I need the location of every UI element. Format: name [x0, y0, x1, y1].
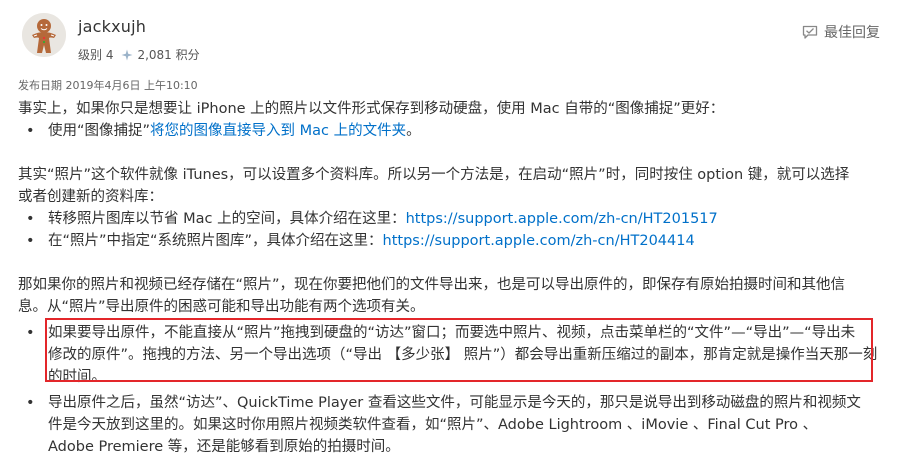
support-link-ht204414[interactable]: https://support.apple.com/zh-cn/HT204414 — [383, 233, 695, 249]
author-points: 2,081 积分 — [137, 48, 200, 62]
bullet: • — [26, 395, 35, 411]
list-1: • 使用“图像捕捉”将您的图像直接导入到 Mac 上的文件夹。 — [18, 120, 888, 142]
author-level: 级别 4 — [78, 48, 114, 62]
post-header: jackxujh 级别 4 2,081 积分 最佳回复 — [22, 13, 884, 63]
list-item-text: 转移照片图库以节省 Mac 上的空间，具体介绍在这里： — [48, 211, 406, 227]
list-item-line: 如果要导出原件，不能直接从“照片”拖拽到硬盘的“访达”窗口；而要选中照片、视频，… — [48, 325, 856, 341]
forum-post: jackxujh 级别 4 2,081 积分 最佳回复 发布日期 2019年4月… — [0, 0, 904, 459]
list-item: • 导出原件之后，虽然“访达”、QuickTime Player 查看这些文件，… — [18, 392, 888, 458]
list-item-line: 导出原件之后，虽然“访达”、QuickTime Player 查看这些文件，可能… — [48, 395, 861, 411]
image-capture-link[interactable]: 将您的图像直接导入到 Mac 上的文件夹 — [150, 123, 406, 139]
list-item-line: 的时间。 — [48, 369, 106, 385]
bullet: • — [26, 211, 35, 227]
list-item-line: Adobe Premiere 等，还是能够看到原始的拍摄时间。 — [48, 439, 400, 455]
list-item-suffix: 。 — [406, 123, 421, 139]
list-item-highlighted: • 如果要导出原件，不能直接从“照片”拖拽到硬盘的“访达”窗口；而要选中照片、视… — [18, 322, 888, 388]
paragraph-2-line-2: 或者创建新的资料库： — [18, 189, 163, 205]
best-reply-button[interactable]: 最佳回复 — [802, 22, 880, 42]
paragraph-3-line-1: 那如果你的照片和视频已经存储在“照片”，现在你要把他们的文件导出来，也是可以导出… — [18, 277, 846, 293]
list-item-line: 修改的原件”。拖拽的方法、另一个导出选项（“导出 【多少张】 照片”）都会导出重… — [48, 347, 878, 363]
post-content: 事实上，如果你只是想要让 iPhone 上的照片以文件形式保存到移动硬盘，使用 … — [18, 98, 888, 458]
list-item-line: 件是今天放到这里的。如果这时你用照片视频类软件查看，如“照片”、Adobe Li… — [48, 417, 818, 433]
author-name[interactable]: jackxujh — [78, 17, 146, 36]
paragraph-1: 事实上，如果你只是想要让 iPhone 上的照片以文件形式保存到移动硬盘，使用 … — [18, 101, 725, 117]
gingerbread-man-icon — [22, 13, 66, 57]
best-reply-icon — [802, 25, 818, 39]
bullet: • — [26, 123, 35, 139]
list-2: • 转移照片图库以节省 Mac 上的空间，具体介绍在这里：https://sup… — [18, 208, 888, 252]
best-reply-label: 最佳回复 — [824, 25, 880, 41]
support-link-ht201517[interactable]: https://support.apple.com/zh-cn/HT201517 — [406, 211, 718, 227]
list-item-text: 使用“图像捕捉” — [48, 123, 151, 139]
paragraph-2-line-1: 其实“照片”这个软件就像 iTunes，可以设置多个资料库。所以另一个方法是，在… — [18, 167, 850, 183]
points-icon — [121, 49, 133, 61]
paragraph-3-line-2: 息。从“照片”导出原件的困惑可能和导出功能有两个选项有关。 — [18, 299, 425, 315]
avatar[interactable] — [22, 13, 66, 57]
post-date: 发布日期 2019年4月6日 上午10:10 — [18, 79, 198, 92]
list-3: • 如果要导出原件，不能直接从“照片”拖拽到硬盘的“访达”窗口；而要选中照片、视… — [18, 322, 888, 458]
list-item-text: 在“照片”中指定“系统照片图库”，具体介绍在这里： — [48, 233, 383, 249]
bullet: • — [26, 325, 35, 341]
list-item: • 在“照片”中指定“系统照片图库”，具体介绍在这里：https://suppo… — [18, 230, 888, 252]
list-item: • 使用“图像捕捉”将您的图像直接导入到 Mac 上的文件夹。 — [18, 120, 888, 142]
list-item: • 转移照片图库以节省 Mac 上的空间，具体介绍在这里：https://sup… — [18, 208, 888, 230]
bullet: • — [26, 233, 35, 249]
author-meta: 级别 4 2,081 积分 — [78, 46, 200, 63]
